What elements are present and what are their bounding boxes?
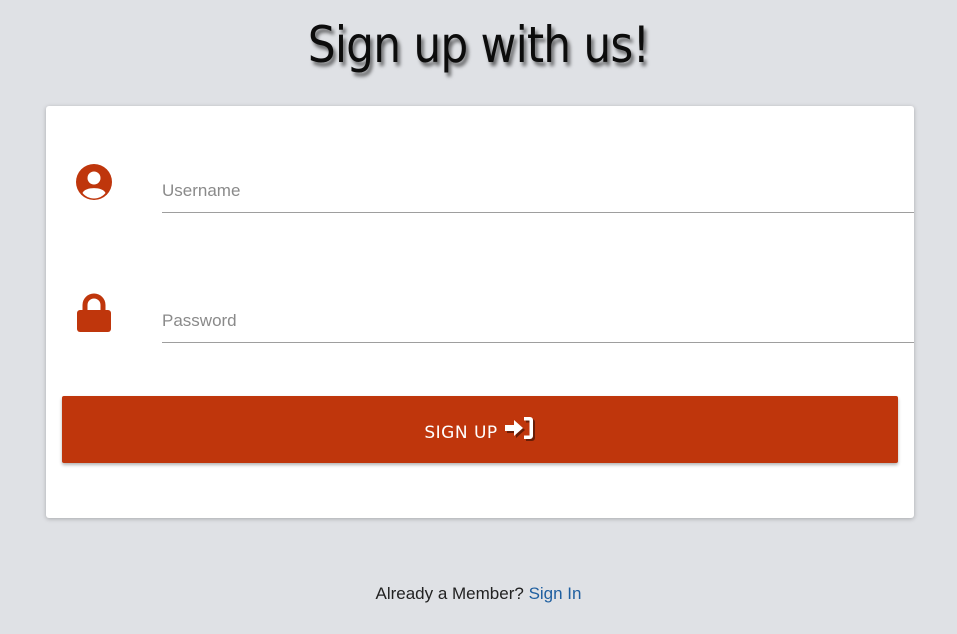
password-field-group <box>76 288 914 348</box>
lock-icon <box>77 293 111 332</box>
signup-button-label: SIGN UP <box>424 423 498 443</box>
signin-link[interactable]: Sign In <box>529 584 582 603</box>
username-input[interactable] <box>162 170 914 213</box>
signin-prompt: Already a Member? Sign In <box>0 582 957 606</box>
user-circle-icon <box>76 164 112 200</box>
sign-in-icon <box>504 416 535 441</box>
signup-card: SIGN UP <box>46 106 914 518</box>
member-prompt-text: Already a Member? <box>375 584 524 603</box>
page-title: Sign up with us! <box>307 16 650 74</box>
signup-button[interactable]: SIGN UP <box>62 396 898 463</box>
password-input[interactable] <box>162 300 914 343</box>
username-field-group <box>76 158 914 218</box>
